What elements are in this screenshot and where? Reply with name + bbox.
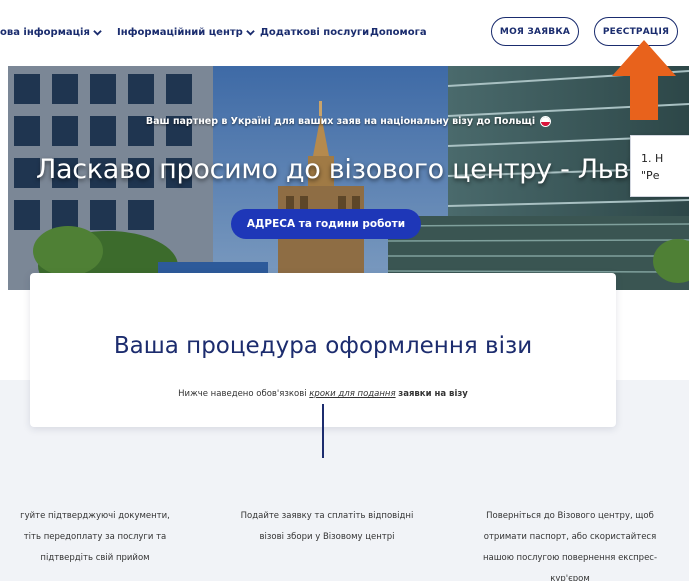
nav-item-label: Інформаційний центр <box>117 27 243 38</box>
poland-flag-icon <box>540 116 552 127</box>
nav-item-help[interactable]: Допомога <box>370 27 427 38</box>
my-application-button[interactable]: МОЯ ЗАЯВКА <box>491 17 579 46</box>
nav-item-additional-services[interactable]: Додаткові послуги <box>260 27 369 38</box>
procedure-title: Ваша процедура оформлення візи <box>113 333 533 359</box>
nav-item-label: Допомога <box>370 27 427 38</box>
step-text-line: тіть передоплату за послуги та <box>23 532 167 542</box>
tooltip-popup: 1. Н "Ре <box>630 135 689 197</box>
step-text-line: нашою послугою повернення експрес- <box>482 553 658 563</box>
step-text-line: Поверніться до Візового центру, щоб <box>486 511 654 521</box>
top-navigation: ова інформація Інформаційний центр Додат… <box>0 0 689 66</box>
address-hours-button[interactable]: АДРЕСА та години роботи <box>231 209 421 239</box>
nav-item-label: ова інформація <box>0 27 90 38</box>
chevron-down-icon <box>246 28 255 37</box>
procedure-subtitle: Нижче наведено обов'язкові кроки для под… <box>30 389 616 399</box>
tooltip-line-1: 1. Н <box>641 152 664 165</box>
nav-item-label: Додаткові послуги <box>260 27 370 38</box>
hero-subtitle-text: Ваш партнер в Україні для ваших заяв на … <box>145 116 536 127</box>
hero-subtitle: Ваш партнер в Україні для ваших заяв на … <box>8 116 689 127</box>
step-3-description: Поверніться до Візового центру, щоб отри… <box>460 506 680 581</box>
nav-item-general-info[interactable]: ова інформація <box>0 27 102 38</box>
step-1-description: гуйте підтверджуючі документи, тіть пере… <box>0 506 190 569</box>
chevron-down-icon <box>93 28 102 37</box>
procedure-subtitle-bold: заявки на візу <box>398 389 468 399</box>
hero-title: Ласкаво просимо до візового центру - Льв… <box>36 154 652 185</box>
timeline-connector <box>322 404 324 458</box>
step-text-line: Подайте заявку та сплатіть відповідні <box>240 511 414 521</box>
nav-item-info-center[interactable]: Інформаційний центр <box>117 27 255 38</box>
step-text-line: кур'єром <box>550 574 590 581</box>
hero-banner: Ваш партнер в Україні для ваших заяв на … <box>8 66 689 290</box>
steps-link[interactable]: кроки для подання <box>309 389 395 399</box>
up-arrow-icon <box>612 40 676 120</box>
step-text-line: підтвердіть свій прийом <box>40 553 150 563</box>
step-text-line: отримати паспорт, або скористайтеся <box>483 532 657 542</box>
step-text-line: гуйте підтверджуючі документи, <box>20 511 170 521</box>
tooltip-line-2: "Ре <box>641 169 660 182</box>
procedure-subtitle-prefix: Нижче наведено обов'язкові <box>178 389 307 399</box>
step-2-description: Подайте заявку та сплатіть відповідні ві… <box>222 506 432 548</box>
step-text-line: візові збори у Візовому центрі <box>259 532 395 542</box>
